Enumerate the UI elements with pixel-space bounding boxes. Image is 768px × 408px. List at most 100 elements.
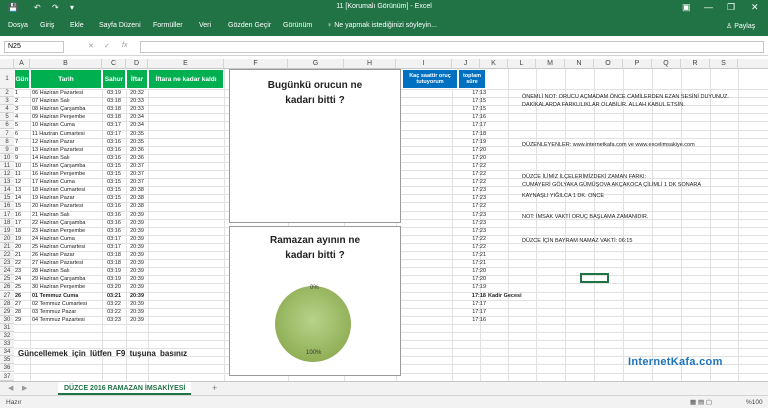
table-cell[interactable]: 03:15 [102, 186, 126, 194]
close-icon[interactable]: ✕ [751, 2, 759, 13]
row-header[interactable]: 22 [0, 251, 14, 260]
table-cell[interactable]: 5 [15, 121, 30, 129]
column-header-h[interactable]: H [344, 59, 396, 69]
table-cell[interactable]: 20:37 [126, 178, 148, 186]
table-cell[interactable]: 03:23 [102, 316, 126, 324]
row-header[interactable]: 25 [0, 275, 14, 284]
table-cell[interactable]: 2 [15, 97, 30, 105]
table-cell[interactable]: 20:39 [126, 259, 148, 267]
tab-formuller[interactable]: Formüller [153, 22, 183, 29]
tab-gorunum[interactable]: Görünüm [283, 22, 312, 29]
table-cell[interactable]: 06 Haziran Pazartesi [32, 89, 102, 97]
row-header[interactable]: 36 [0, 364, 14, 373]
table-cell[interactable]: 03 Temmuz Pazar [32, 308, 102, 316]
column-header-m[interactable]: M [536, 59, 565, 69]
table-cell[interactable]: 8 [15, 146, 30, 154]
row-header[interactable]: 2 [0, 89, 14, 98]
table-cell[interactable]: 03:17 [102, 243, 126, 251]
row-header[interactable]: 19 [0, 226, 14, 235]
table-cell[interactable]: 03:16 [102, 138, 126, 146]
table-cell[interactable]: 17:17 [458, 300, 486, 308]
table-cell[interactable]: 20:35 [126, 130, 148, 138]
column-header-a[interactable]: A [14, 59, 30, 69]
name-box[interactable]: N25 [4, 41, 64, 53]
table-cell[interactable]: 20 [15, 243, 30, 251]
table-cell[interactable]: 14 Haziran Salı [32, 154, 102, 162]
table-cell[interactable]: 25 Haziran Cumartesi [32, 243, 102, 251]
table-cell[interactable]: 03:15 [102, 194, 126, 202]
table-cell[interactable]: 27 [15, 300, 30, 308]
table-cell[interactable]: 15 [15, 202, 30, 210]
row-header[interactable]: 3 [0, 97, 14, 106]
table-cell[interactable]: 1 [15, 89, 30, 97]
table-cell[interactable]: 18 [15, 227, 30, 235]
row-header[interactable]: 32 [0, 332, 14, 341]
table-cell[interactable]: 03:16 [102, 219, 126, 227]
table-cell[interactable]: 03:16 [102, 211, 126, 219]
table-cell[interactable]: 17:22 [458, 178, 486, 186]
minimize-icon[interactable]: — [704, 2, 713, 12]
column-header-i[interactable]: I [396, 59, 452, 69]
table-cell[interactable]: 17:19 [458, 283, 486, 291]
table-cell[interactable]: 20:32 [126, 89, 148, 97]
table-cell[interactable]: 20:39 [126, 300, 148, 308]
table-cell[interactable]: 24 Haziran Cuma [32, 235, 102, 243]
formula-input[interactable] [140, 41, 764, 53]
column-header-d[interactable]: D [126, 59, 148, 69]
table-cell[interactable]: 03:17 [102, 235, 126, 243]
table-cell[interactable]: 17:16 [458, 113, 486, 121]
table-cell[interactable]: 26 [15, 292, 30, 300]
table-cell[interactable]: 03:15 [102, 162, 126, 170]
add-sheet-icon[interactable]: + [212, 383, 217, 393]
table-cell[interactable]: 17:18 [458, 130, 486, 138]
tab-giris[interactable]: Giriş [40, 22, 54, 29]
table-cell[interactable]: 03:20 [102, 283, 126, 291]
table-cell[interactable]: 17:22 [458, 235, 486, 243]
table-cell[interactable]: 12 [15, 178, 30, 186]
table-cell[interactable]: 20:36 [126, 154, 148, 162]
share-button[interactable]: ♙ Paylaş [726, 22, 755, 30]
column-header-q[interactable]: Q [652, 59, 681, 69]
table-cell[interactable]: 17:23 [458, 186, 486, 194]
table-cell[interactable]: 01 Temmuz Cuma [32, 292, 102, 300]
table-cell[interactable]: 03:17 [102, 121, 126, 129]
table-cell[interactable]: 17:22 [458, 162, 486, 170]
table-cell[interactable]: 20:38 [126, 194, 148, 202]
table-cell[interactable]: 20:39 [126, 283, 148, 291]
table-cell[interactable]: 20:34 [126, 121, 148, 129]
table-cell[interactable]: 20:39 [126, 227, 148, 235]
column-header-o[interactable]: O [594, 59, 623, 69]
table-cell[interactable]: 08 Haziran Çarşamba [32, 105, 102, 113]
column-header-n[interactable]: N [565, 59, 594, 69]
table-cell[interactable]: 14 [15, 194, 30, 202]
row-header[interactable]: 27 [0, 291, 14, 300]
table-cell[interactable]: 02 Temmuz Cumartesi [32, 300, 102, 308]
table-cell[interactable]: 03:16 [102, 154, 126, 162]
table-cell[interactable]: 20:35 [126, 138, 148, 146]
table-cell[interactable]: 16 [15, 211, 30, 219]
table-cell[interactable]: 11 Haziran Cumartesi [32, 130, 102, 138]
row-header[interactable]: 15 [0, 194, 14, 203]
table-cell[interactable]: 17 Haziran Cuma [32, 178, 102, 186]
table-cell[interactable]: 11 [15, 170, 30, 178]
row-header[interactable]: 13 [0, 178, 14, 187]
function-icon[interactable]: fx [122, 42, 127, 49]
table-cell[interactable]: 17:20 [458, 154, 486, 162]
table-cell[interactable]: 17:15 [458, 97, 486, 105]
table-cell[interactable]: 27 Haziran Pazartesi [32, 259, 102, 267]
table-cell[interactable]: 03:18 [102, 251, 126, 259]
table-cell[interactable]: 17:13 [458, 89, 486, 97]
column-header-f[interactable]: F [224, 59, 288, 69]
table-cell[interactable]: 17:23 [458, 194, 486, 202]
table-cell[interactable]: 19 [15, 235, 30, 243]
table-cell[interactable]: 30 Haziran Perşembe [32, 283, 102, 291]
table-cell[interactable]: 03:18 [102, 105, 126, 113]
table-cell[interactable]: 28 Haziran Salı [32, 267, 102, 275]
table-cell[interactable]: 15 Haziran Çarşamba [32, 162, 102, 170]
row-header[interactable]: 8 [0, 137, 14, 146]
tab-veri[interactable]: Veri [199, 22, 211, 29]
table-cell[interactable]: 17:23 [458, 227, 486, 235]
table-cell[interactable]: 17:16 [458, 316, 486, 324]
table-cell[interactable]: 03:19 [102, 275, 126, 283]
row-header[interactable]: 5 [0, 113, 14, 122]
